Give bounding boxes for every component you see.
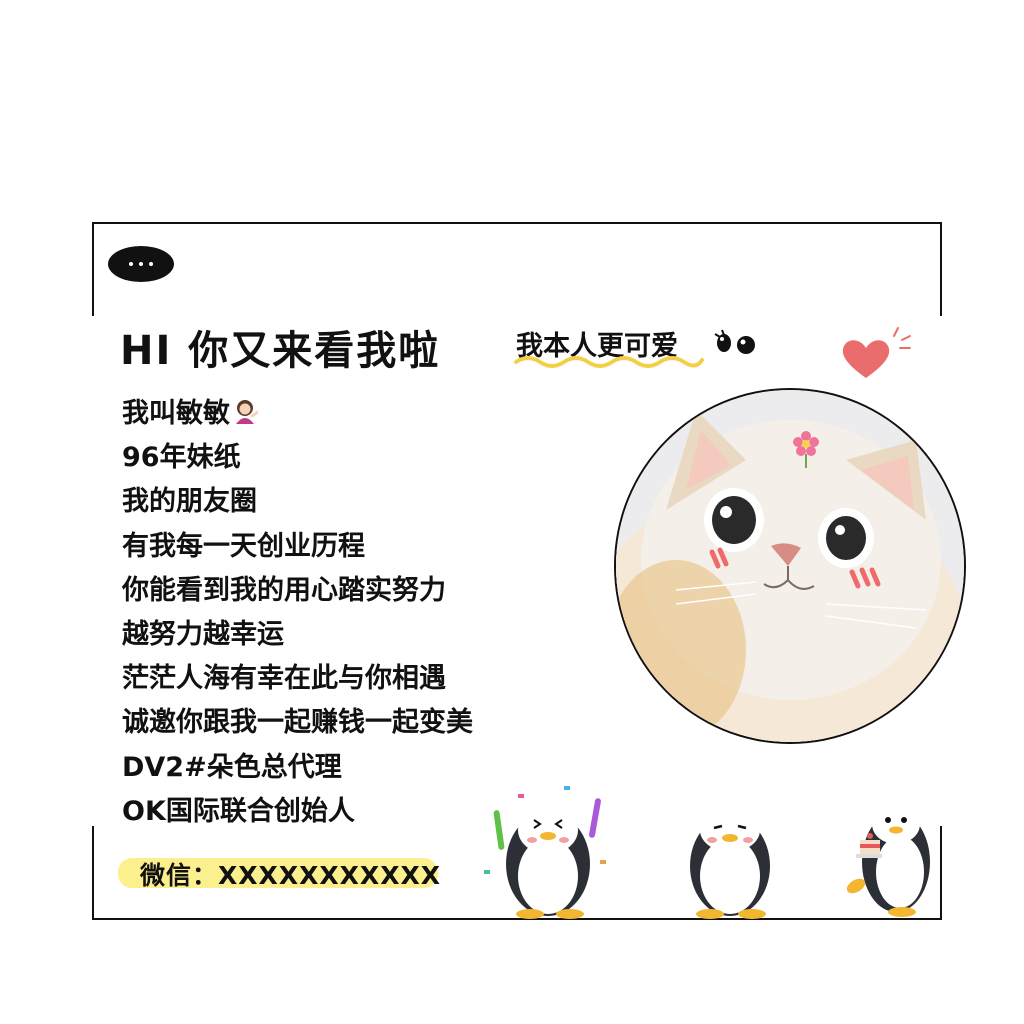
- frame-right-bottom-border: [940, 826, 942, 920]
- intro-line: 你能看到我的用心踏实努力: [122, 574, 446, 606]
- frame-left-top-border: [92, 222, 94, 316]
- intro-line: 有我每一天创业历程: [122, 530, 365, 562]
- wechat-contact: 微信：XXXXXXXXXXX: [140, 861, 442, 890]
- heart-icon: [842, 327, 911, 378]
- speech-bubble-icon: [108, 246, 174, 282]
- intro-line: 96年妹纸: [122, 442, 241, 474]
- intro-line: 茫茫人海有幸在此与你相遇: [122, 663, 446, 695]
- frame-top-border: [92, 222, 942, 224]
- wave-underline: [514, 356, 704, 368]
- penguin-shy-icon: [690, 808, 770, 919]
- frame-left-bottom-border: [92, 826, 94, 920]
- penguin-glowstick-icon: [484, 786, 606, 919]
- intro-text-list: 我叫敏敏 96年妹纸 我的朋友圈 有我每一天创业历程 你能看到我的用心踏实努力 …: [122, 396, 473, 838]
- greeting-title: HI 你又来看我啦: [120, 328, 441, 374]
- intro-line: 我的朋友圈: [122, 486, 257, 518]
- intro-line: 我叫敏敏: [122, 396, 473, 440]
- frame-right-top-border: [940, 222, 942, 316]
- intro-line: OK国际联合创始人: [122, 795, 355, 827]
- intro-line: 诚邀你跟我一起赚钱一起变美: [122, 707, 473, 739]
- penguin-cake-icon: [846, 804, 930, 917]
- intro-line: 越努力越幸运: [122, 618, 284, 650]
- eyes-icon: [714, 329, 755, 354]
- cat-avatar: [614, 388, 966, 744]
- intro-line: DV2#朵色总代理: [122, 751, 342, 783]
- cat-illustration: [616, 390, 964, 742]
- woman-tipping-hand-emoji: [236, 400, 258, 424]
